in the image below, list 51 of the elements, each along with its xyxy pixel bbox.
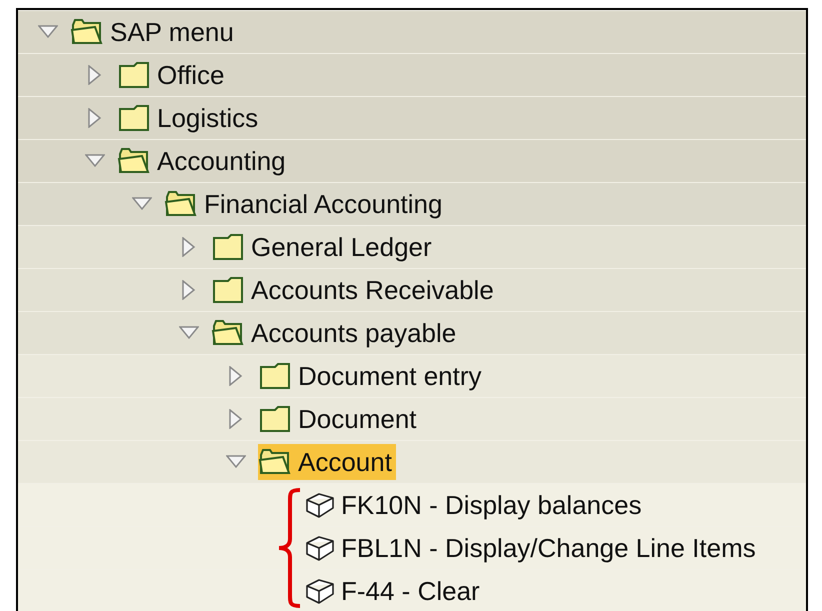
collapsed-triangle-icon[interactable]	[182, 280, 196, 300]
node-label: Accounts Receivable	[251, 277, 494, 303]
collapsed-triangle-icon[interactable]	[229, 409, 243, 429]
open-folder-icon	[211, 319, 245, 347]
folder-icon	[117, 61, 151, 89]
node-label: Financial Accounting	[204, 191, 442, 217]
folder-row[interactable]: Accounting	[18, 139, 806, 182]
expanded-triangle-icon[interactable]	[38, 25, 58, 39]
node-label: F-44 - Clear	[341, 578, 480, 604]
node-label: Document entry	[298, 363, 482, 389]
folder-row[interactable]: Financial Accounting	[18, 182, 806, 225]
folder-row[interactable]: Account	[18, 440, 806, 483]
node-label: Accounts payable	[251, 320, 456, 346]
expanded-triangle-icon[interactable]	[226, 455, 246, 469]
folder-icon	[211, 233, 245, 261]
node-label: FK10N - Display balances	[341, 492, 642, 518]
open-folder-icon	[117, 147, 151, 175]
node-label: SAP menu	[110, 19, 234, 45]
collapsed-triangle-icon[interactable]	[88, 108, 102, 128]
folder-row[interactable]: Office	[18, 53, 806, 96]
open-folder-icon	[164, 190, 198, 218]
selected-highlight[interactable]: Account	[258, 444, 396, 480]
open-folder-icon	[258, 448, 292, 476]
collapsed-triangle-icon[interactable]	[182, 237, 196, 257]
folder-row[interactable]: Document	[18, 397, 806, 440]
folder-row[interactable]: Accounts Receivable	[18, 268, 806, 311]
folder-row[interactable]: Document entry	[18, 354, 806, 397]
expanded-triangle-icon[interactable]	[85, 154, 105, 168]
folder-row[interactable]: General Ledger	[18, 225, 806, 268]
folder-icon	[258, 362, 292, 390]
folder-icon	[211, 276, 245, 304]
expanded-triangle-icon[interactable]	[132, 197, 152, 211]
node-label: Logistics	[157, 105, 258, 131]
expanded-triangle-icon[interactable]	[179, 326, 199, 340]
node-label: Accounting	[157, 148, 286, 174]
node-label: Account	[298, 449, 392, 475]
collapsed-triangle-icon[interactable]	[229, 366, 243, 386]
cube-icon	[305, 491, 335, 519]
folder-row[interactable]: Logistics	[18, 96, 806, 139]
folder-icon	[258, 405, 292, 433]
cube-icon	[305, 534, 335, 562]
folder-icon	[117, 104, 151, 132]
folder-row[interactable]: Accounts payable	[18, 311, 806, 354]
open-folder-icon	[70, 18, 104, 46]
folder-row[interactable]: SAP menu	[18, 10, 806, 53]
node-label: Document	[298, 406, 416, 432]
cube-icon	[305, 577, 335, 605]
node-label: FBL1N - Display/Change Line Items	[341, 535, 756, 561]
node-label: Office	[157, 62, 224, 88]
node-label: General Ledger	[251, 234, 432, 260]
collapsed-triangle-icon[interactable]	[88, 65, 102, 85]
